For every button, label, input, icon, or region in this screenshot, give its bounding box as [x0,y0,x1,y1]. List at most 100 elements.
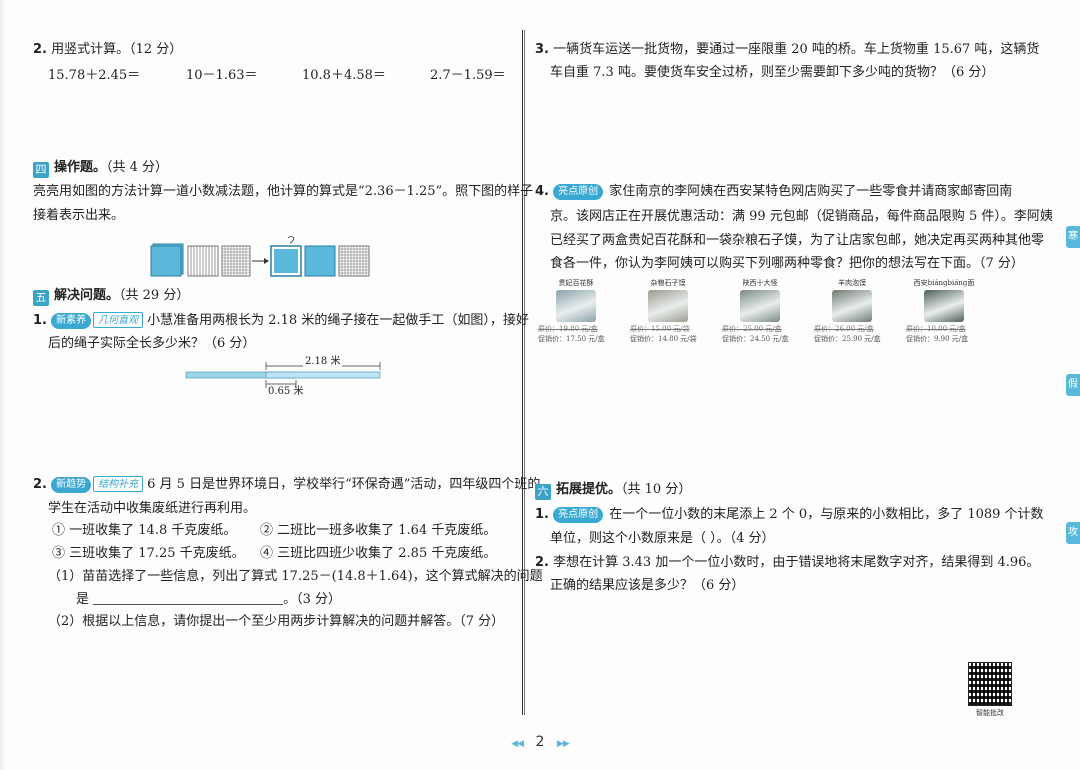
question-text: 小慧准备用两根长为 2.18 米的绳子接在一起做手工（如图），接好 [147,313,529,328]
product-name: 杂粮石子馍 [650,279,686,287]
sub-question-1b-post: 。（3 分） [283,592,342,607]
sub-question-1a: （1）苗苗选择了一些信息，列出了算式 17.25－(14.8＋1.64)，这个算… [48,569,543,584]
section-score: （共 10 分） [621,482,692,497]
column-divider-2 [524,30,525,715]
section-score: （共 4 分） [106,160,169,175]
section-score: （共 29 分） [119,288,190,303]
product-name: 陕西十大怪 [742,279,778,287]
question-number: 1. [33,313,47,328]
page-edge-shadow [0,0,6,770]
decimal-grid-diagram [150,236,370,277]
page-number: 2 [535,734,545,750]
right-q4-line1: 4. 亮点原创 家住南京的李阿姨在西安某特色网店购买了一些零食并请商家邮寄回南 [535,182,1012,202]
expression-1: 15.78＋2.45＝ [48,68,141,83]
question-text: 6 月 5 日是世界环境日，学校举行“环保奇遇”活动，四年级四个班的 [147,477,541,492]
expression-2: 10－1.63＝ [186,68,258,83]
side-tab-2[interactable]: 假 [1066,374,1080,396]
product-original-price: 原价：19.80 元/盒 [538,325,598,333]
column-divider [522,30,523,715]
left-q2-heading: 2. 用竖式计算。（12 分） [33,40,182,60]
overlap-length-label: 0.65 米 [268,386,304,397]
tag-badge: 新素养 [51,313,92,329]
product-card: 贵妃百花酥原价：19.80 元/盒 促销价：17.50 元/盒 [538,278,614,344]
sec6-q2-line1: 2. 李想在计算 3.43 加一个一位小数时，由于错误地将末尾数字对齐，结果得到… [535,553,1039,573]
product-original-price: 原价：15.00 元/袋 [630,325,690,333]
next-page-icon[interactable]: ▶▶ [557,739,570,749]
product-image [740,290,780,322]
section-badge: 五 [33,290,49,306]
question-number: 3. [535,42,549,57]
expression-4: 2.7－1.59＝ [430,68,506,83]
right-q4-line2: 京。该网店正在开展优惠活动：满 99 元包邮（促销商品，每件商品限购 5 件）。… [550,209,1053,224]
product-name: 西安biángbiáng面 [913,279,975,287]
sec6-q1-line2: 单位，则这个小数原来是（ ）。（4 分） [550,531,775,546]
product-card: 羊肉泡馍原价：26.00 元/盒 促销价：25.90 元/盒 [814,278,890,344]
grid-hundredths-1 [221,245,251,277]
product-promo-price: 促销价：25.90 元/盒 [814,335,881,343]
sec5-q1-line1: 1. 新素养 几何直观 小慧准备用两根长为 2.18 米的绳子接在一起做手工（如图）… [33,311,529,331]
grid-whole-cut [270,236,302,277]
tag-badge: 亮点原创 [553,507,604,523]
answer-blank[interactable] [93,591,284,605]
expression-3: 10.8＋4.58＝ [302,68,386,83]
info-4: ④ 三班比四班少收集了 2.85 千克废纸。 [260,546,497,561]
question-number: 2. [535,555,549,570]
sub-question-1b-pre: 是 [76,592,90,607]
product-original-price: 原价：26.00 元/盒 [814,325,874,333]
product-original-price: 原价：10.00 元/盒 [906,325,966,333]
section-title: 操作题。 [54,160,107,175]
section-5-heading: 五解决问题。（共 29 分） [33,286,189,306]
question-number: 2. [33,42,47,57]
side-tab-1[interactable]: 寒 [1066,226,1080,248]
tag-badge: 新趋势 [51,477,92,493]
question-text: 用竖式计算。（12 分） [51,42,183,57]
product-promo-price: 促销价：24.50 元/盒 [722,335,789,343]
question-number: 2. [33,477,47,492]
sec4-text-1: 亮亮用如图的方法计算一道小数减法题，他计算的算式是“2.36－1.25”。照下图… [33,184,534,199]
sec5-q2-line2: 学生在活动中收集废纸进行再利用。 [48,501,257,516]
page-footer: ◀◀ 2 ▶▶ [0,734,1080,750]
grid-whole-3 [304,245,336,277]
side-tab-3[interactable]: 攻 [1066,522,1080,544]
section-title: 解决问题。 [54,288,120,303]
product-promo-price: 促销价：14.80 元/袋 [630,335,697,343]
sec6-q1-line1: 1. 亮点原创 在一个一位小数的末尾添上 2 个 0，与原来的小数相比，多了 1… [535,505,1044,525]
product-name: 羊肉泡馍 [838,279,866,287]
right-q3-line2: 车自重 7.3 吨。要使货车安全过桥，则至少需要卸下多少吨的货物？（6 分） [550,65,995,80]
tag-subbadge: 结构补充 [93,476,144,492]
sec4-text-2: 接着表示出来。 [33,208,125,223]
product-name: 贵妃百花酥 [558,279,594,287]
question-text: 一辆货车运送一批货物，要通过一座限重 20 吨的桥。车上货物重 15.67 吨，… [553,42,1040,57]
worksheet-page: 2. 用竖式计算。（12 分） 15.78＋2.45＝ 10－1.63＝ 10.… [0,0,1080,770]
product-card: 陕西十大怪 原价：25.00 元/盒 促销价：24.50 元/盒 [722,278,798,344]
grid-tenths [187,245,219,277]
grid-hundredths-2 [338,245,370,277]
rope-length-label: 2.18 米 [303,356,343,368]
question-number: 4. [535,184,549,199]
section-4-heading: 四操作题。（共 4 分） [33,158,168,178]
sub-question-1b: 是 。（3 分） [76,590,341,610]
qr-label: 智能批改 [976,709,1004,717]
sec6-q2-line2: 正确的结果应该是多少？（6 分） [550,578,745,593]
info-3: ③ 三班收集了 17.25 千克废纸。 [52,546,245,561]
product-image [556,290,596,322]
grid-whole-2 [150,245,182,277]
sec5-q2-line1: 2. 新趋势 结构补充 6 月 5 日是世界环境日，学校举行“环保奇遇”活动，四年级… [33,475,540,495]
qr-code[interactable] [968,662,1012,706]
sec5-q1-line2: 后的绳子实际全长多少米？（6 分） [48,336,256,351]
right-q4-line4: 食各一件，你认为李阿姨可以购买下列哪两种零食？把你的想法写在下面。（7 分） [550,256,1024,271]
product-card: 杂粮石子馍原价：15.00 元/袋 促销价：14.80 元/袋 [630,278,706,344]
product-image [832,290,872,322]
rope-2 [265,371,381,379]
section-title: 拓展提优。 [556,482,622,497]
product-promo-price: 促销价：17.50 元/盒 [538,335,605,343]
info-1: ① 一班收集了 14.8 千克废纸。 [52,523,237,538]
product-image [924,290,964,322]
right-q3-line1: 3. 一辆货车运送一批货物，要通过一座限重 20 吨的桥。车上货物重 15.67… [535,40,1039,60]
prev-page-icon[interactable]: ◀◀ [511,739,524,749]
product-card: 西安biángbiáng面 原价：10.00 元/盒 促销价：9.90 元/盒 [906,278,982,344]
question-text: 在一个一位小数的末尾添上 2 个 0，与原来的小数相比，多了 1089 个计数 [609,507,1044,522]
info-2: ② 二班比一班多收集了 1.64 千克废纸。 [260,523,497,538]
question-text: 家住南京的李阿姨在西安某特色网店购买了一些零食并请商家邮寄回南 [609,184,1013,199]
question-number: 1. [535,507,549,522]
